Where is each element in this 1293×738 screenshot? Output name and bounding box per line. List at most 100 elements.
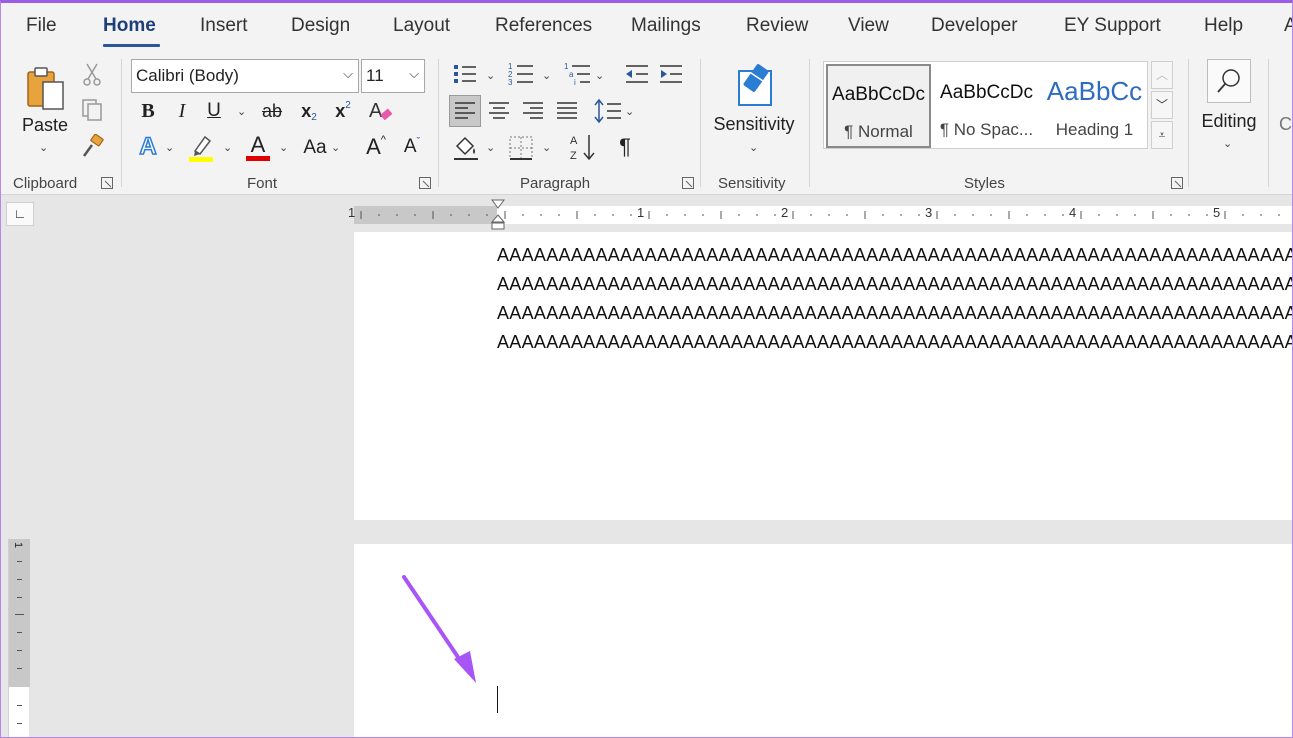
tab-mailings[interactable]: Mailings	[631, 15, 701, 37]
grow-font-button[interactable]: A^	[361, 133, 391, 161]
center-button[interactable]	[485, 97, 513, 125]
change-case-button[interactable]: Aa	[299, 135, 331, 161]
tab-layout[interactable]: Layout	[393, 15, 450, 37]
grow-font-glyph: A	[366, 134, 381, 160]
shrink-font-button[interactable]: Aˇ	[397, 133, 427, 161]
highlight-button[interactable]	[187, 133, 215, 163]
bold-button[interactable]: B	[135, 98, 161, 124]
document-page-2[interactable]	[354, 544, 1293, 738]
tab-file[interactable]: File	[26, 15, 57, 37]
cut-button[interactable]	[79, 61, 105, 87]
font-color-dropdown-icon[interactable]: ⌄	[279, 141, 288, 154]
tab-insert[interactable]: Insert	[200, 15, 248, 37]
borders-button[interactable]	[507, 133, 535, 163]
bullets-button[interactable]	[451, 61, 479, 87]
styles-more-button[interactable]: ⩡	[1151, 121, 1173, 149]
paste-button[interactable]	[21, 61, 69, 117]
shading-button[interactable]	[451, 133, 481, 163]
ruler-tick	[17, 561, 22, 562]
strikethrough-button[interactable]: ab	[257, 98, 287, 124]
style-heading-1[interactable]: AaBbCc Heading 1	[1042, 64, 1147, 148]
multilevel-list-button[interactable]: 1ai	[563, 61, 593, 87]
tab-developer[interactable]: Developer	[931, 15, 1018, 37]
format-painter-button[interactable]	[79, 133, 105, 159]
shading-dropdown-icon[interactable]: ⌄	[486, 141, 495, 154]
italic-button[interactable]: I	[169, 98, 195, 124]
subscript-button[interactable]: x2	[297, 98, 321, 124]
sensitivity-label[interactable]: Sensitivity	[711, 113, 797, 135]
underline-dropdown-icon[interactable]: ⌄	[237, 105, 246, 118]
font-color-button[interactable]: A	[244, 131, 272, 163]
superscript-button[interactable]: x2	[331, 98, 355, 124]
change-case-dropdown-icon[interactable]: ⌄	[331, 141, 340, 154]
text-effects-dropdown-icon[interactable]: ⌄	[165, 141, 174, 154]
multilevel-list-dropdown-icon[interactable]: ⌄	[595, 69, 604, 82]
line-spacing-button[interactable]	[593, 97, 623, 125]
style-name: ¶ No Spac...	[934, 120, 1039, 140]
tab-home[interactable]: Home	[103, 15, 156, 37]
tab-help[interactable]: Help	[1204, 15, 1243, 37]
tab-view[interactable]: View	[848, 15, 889, 37]
indent-markers-icon[interactable]	[490, 198, 506, 230]
editing-dropdown-icon[interactable]: ⌄	[1223, 137, 1232, 150]
sensitivity-button[interactable]	[735, 59, 779, 109]
bullets-dropdown-icon[interactable]: ⌄	[486, 69, 495, 82]
cut-icon	[81, 62, 103, 86]
chevron-down-icon: ﹀	[1156, 98, 1168, 112]
document-text-line[interactable]: AAAAAAAAAAAAAAAAAAAAAAAAAAAAAAAAAAAAAAAA…	[497, 245, 1293, 266]
tab-selector-button[interactable]: ∟	[6, 202, 34, 226]
document-text-line[interactable]: AAAAAAAAAAAAAAAAAAAAAAAAAAAAAAAAAAAAAAAA…	[497, 274, 1293, 295]
highlight-dropdown-icon[interactable]: ⌄	[223, 141, 232, 154]
copy-button[interactable]	[79, 97, 105, 123]
increase-indent-button[interactable]	[657, 61, 685, 87]
tab-design[interactable]: Design	[291, 15, 350, 37]
annotation-arrow-icon	[396, 571, 486, 691]
chevron-down-icon: ⌵	[409, 66, 419, 82]
font-size-value: 11	[366, 66, 384, 85]
svg-text:Z: Z	[570, 150, 577, 162]
sort-icon: A Z	[568, 132, 598, 162]
ruler-tick	[17, 705, 22, 706]
tab-overflow[interactable]: A	[1284, 15, 1293, 37]
sort-button[interactable]: A Z	[567, 131, 599, 163]
clipboard-dialog-launcher-icon[interactable]	[101, 177, 113, 189]
line-spacing-dropdown-icon[interactable]: ⌄	[625, 105, 634, 118]
decrease-indent-button[interactable]	[623, 61, 651, 87]
tab-references[interactable]: References	[495, 15, 592, 37]
subscript-glyph: x	[301, 101, 311, 122]
underline-button[interactable]: U	[201, 98, 227, 124]
show-hide-marks-button[interactable]: ¶	[611, 133, 639, 161]
font-size-combobox[interactable]: 11 ⌵	[361, 59, 425, 93]
text-effects-button[interactable]: A	[135, 133, 161, 161]
separator	[700, 59, 701, 187]
styles-scroll-down-button[interactable]: ﹀	[1151, 91, 1173, 119]
sensitivity-dropdown-icon[interactable]: ⌄	[749, 141, 758, 154]
align-left-button[interactable]	[449, 95, 481, 127]
chevron-down-icon: ⌵	[343, 66, 353, 82]
paragraph-dialog-launcher-icon[interactable]	[682, 177, 694, 189]
paste-label[interactable]: Paste	[19, 114, 71, 136]
editing-label[interactable]: Editing	[1197, 110, 1261, 132]
styles-dialog-launcher-icon[interactable]	[1171, 177, 1183, 189]
document-text-line[interactable]: AAAAAAAAAAAAAAAAAAAAAAAAAAAAAAAAAAAAAAAA…	[497, 303, 1293, 324]
editing-button[interactable]	[1207, 59, 1251, 103]
vertical-ruler: 1	[8, 539, 29, 738]
numbering-button[interactable]: 123	[507, 61, 535, 87]
borders-dropdown-icon[interactable]: ⌄	[542, 141, 551, 154]
paste-dropdown-icon[interactable]: ⌄	[39, 141, 48, 154]
numbering-dropdown-icon[interactable]: ⌄	[542, 69, 551, 82]
justify-button[interactable]	[553, 97, 581, 125]
style-normal[interactable]: AaBbCcDc ¶ Normal	[826, 64, 931, 148]
align-right-button[interactable]	[519, 97, 547, 125]
style-no-spacing[interactable]: AaBbCcDc ¶ No Spac...	[934, 64, 1039, 148]
document-page-1[interactable]: AAAAAAAAAAAAAAAAAAAAAAAAAAAAAAAAAAAAAAAA…	[354, 232, 1293, 520]
font-name-combobox[interactable]: Calibri (Body) ⌵	[131, 59, 359, 93]
format-painter-icon	[80, 134, 104, 158]
font-dialog-launcher-icon[interactable]	[419, 177, 431, 189]
tab-ey-support[interactable]: EY Support	[1064, 15, 1161, 37]
tab-review[interactable]: Review	[746, 15, 808, 37]
line-spacing-icon	[594, 98, 622, 124]
clear-formatting-button[interactable]: A	[367, 97, 395, 125]
document-text-line[interactable]: AAAAAAAAAAAAAAAAAAAAAAAAAAAAAAAAAAAAAAAA…	[497, 332, 1293, 353]
styles-scroll-up-button[interactable]: ︿	[1151, 61, 1173, 89]
